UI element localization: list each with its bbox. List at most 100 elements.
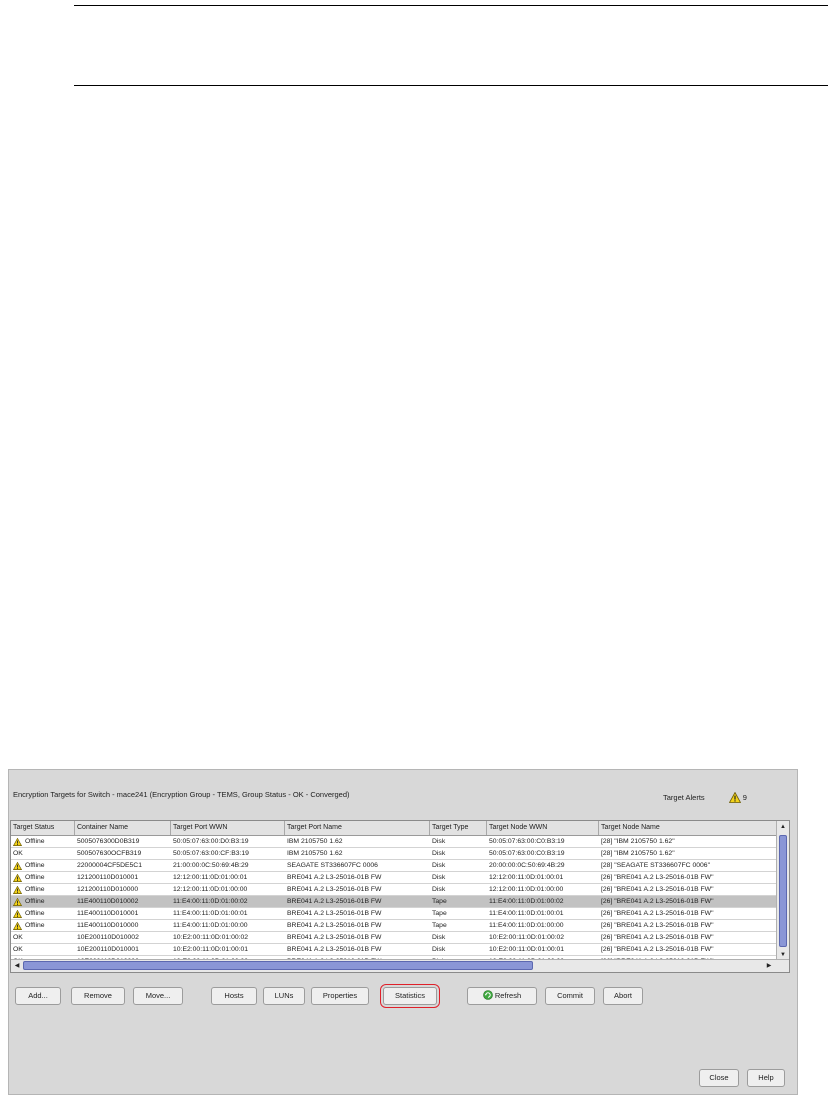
cell-target-node-name: [26] "BRE041 A.2 L3-25016-01B FW" — [599, 896, 777, 907]
vertical-scrollbar[interactable]: ▲ ▼ — [776, 821, 789, 962]
col-target-port-name[interactable]: Target Port Name — [285, 821, 430, 835]
cell-target-port-name-text: BRE041 A.2 L3-25016-01B FW — [287, 922, 382, 929]
cell-target-port-wwn-text: 50:05:07:63:00:D0:B3:19 — [173, 838, 249, 845]
warning-icon — [13, 909, 22, 918]
cell-target-port-wwn-text: 10:E2:00:11:0D:01:00:02 — [173, 934, 249, 941]
cell-container-name-text: 11E400110D010001 — [77, 910, 139, 917]
cell-target-port-wwn: 21:00:00:0C:50:69:4B:29 — [171, 860, 285, 871]
cell-target-status: Offline — [11, 872, 75, 883]
cell-target-type: Disk — [430, 944, 487, 955]
cell-target-port-wwn: 50:05:07:63:00:D0:B3:19 — [171, 836, 285, 847]
cell-target-node-wwn: 20:00:00:0C:50:69:4B:29 — [487, 860, 599, 871]
cell-target-node-name-text: [26] "BRE041 A.2 L3-25016-01B FW" — [601, 874, 714, 881]
refresh-icon — [483, 990, 493, 1000]
cell-container-name-text: 22000004CF5DE5C1 — [77, 862, 142, 869]
cell-target-port-wwn-text: 50:05:07:63:00:CF:B3:19 — [173, 850, 249, 857]
cell-container-name-text: 121200110D010001 — [77, 874, 139, 881]
col-container-name[interactable]: Container Name — [75, 821, 171, 835]
col-target-port-wwn[interactable]: Target Port WWN — [171, 821, 285, 835]
cell-container-name: 500507630OCFB319 — [75, 848, 171, 859]
cell-target-node-name-text: [26] "BRE041 A.2 L3-25016-01B FW" — [601, 886, 714, 893]
cell-target-type-text: Disk — [432, 874, 446, 881]
statistics-button[interactable]: Statistics — [380, 984, 440, 1008]
cell-target-status-text: Offline — [25, 862, 45, 869]
close-button[interactable]: Close — [699, 1069, 739, 1087]
cell-target-node-name: [28] "IBM 2105750 1.62" — [599, 848, 777, 859]
cell-target-type: Disk — [430, 848, 487, 859]
cell-container-name-text: 5005076300D0B319 — [77, 838, 140, 845]
table-row[interactable]: Offline 5005076300D0B319 50:05:07:63:00:D0… — [11, 836, 777, 848]
cell-container-name-text: 11E400110D010002 — [77, 898, 139, 905]
top-rule — [74, 5, 828, 6]
cell-target-port-wwn: 10:E2:00:11:0D:01:00:02 — [171, 932, 285, 943]
cell-target-status: OK — [11, 932, 75, 943]
refresh-button[interactable]: Refresh — [467, 987, 537, 1005]
cell-target-port-name: BRE041 A.2 L3-25016-01B FW — [285, 884, 430, 895]
hosts-button[interactable]: Hosts — [211, 987, 257, 1005]
table-row[interactable]: Offline 11E400110D010001 11:E4:00:11:0D:01… — [11, 908, 777, 920]
help-button[interactable]: Help — [747, 1069, 785, 1087]
properties-button[interactable]: Properties — [311, 987, 369, 1005]
col-target-status[interactable]: Target Status — [11, 821, 75, 835]
table-row[interactable]: Offline 121200110D010001 12:12:00:11:0D:01… — [11, 872, 777, 884]
cell-target-type: Tape — [430, 920, 487, 931]
table-row[interactable]: OK 500507630OCFB319 50:05:07:63:00:CF:B3:1… — [11, 848, 777, 860]
table-row[interactable]: Offline 121200110D010000 12:12:00:11:0D:01… — [11, 884, 777, 896]
cell-container-name: 10E200110D010001 — [75, 944, 171, 955]
cell-target-status: OK — [11, 944, 75, 955]
cell-target-node-name-text: [26] "BRE041 A.2 L3-25016-01B FW" — [601, 922, 714, 929]
abort-button[interactable]: Abort — [603, 987, 643, 1005]
cell-target-node-wwn: 10:E2:00:11:0D:01:00:02 — [487, 932, 599, 943]
cell-target-node-name-text: [28] "IBM 2105750 1.62" — [601, 850, 675, 857]
cell-target-port-wwn-text: 21:00:00:0C:50:69:4B:29 — [173, 862, 249, 869]
cell-target-port-wwn: 11:E4:00:11:0D:01:00:00 — [171, 920, 285, 931]
warning-icon — [13, 921, 22, 930]
add-button[interactable]: Add... — [15, 987, 61, 1005]
table-row[interactable]: OK 10E200110D010002 10:E2:00:11:0D:01:00:0… — [11, 932, 777, 944]
move-button[interactable]: Move... — [133, 987, 183, 1005]
cell-target-type: Disk — [430, 836, 487, 847]
cell-target-type-text: Tape — [432, 898, 447, 905]
cell-target-node-wwn-text: 50:05:07:63:00:C0:B3:19 — [489, 838, 565, 845]
col-target-node-wwn[interactable]: Target Node WWN — [487, 821, 599, 835]
col-target-type[interactable]: Target Type — [430, 821, 487, 835]
luns-button[interactable]: LUNs — [263, 987, 305, 1005]
cell-target-port-name-text: BRE041 A.2 L3-25016-01B FW — [287, 874, 382, 881]
encryption-targets-dialog: Encryption Targets for Switch - mace241 … — [8, 769, 798, 1095]
col-target-node-name[interactable]: Target Node Name — [599, 821, 777, 835]
vertical-scroll-thumb[interactable] — [779, 835, 787, 947]
table-row[interactable]: Offline 11E400110D010002 11:E4:00:11:0D:01… — [11, 896, 777, 908]
cell-target-status-text: OK — [13, 850, 23, 857]
table-row[interactable]: Offline 11E400110D010000 11:E4:00:11:0D:01… — [11, 920, 777, 932]
remove-button[interactable]: Remove — [71, 987, 125, 1005]
cell-target-node-wwn: 50:05:07:63:00:C0:B3:19 — [487, 848, 599, 859]
cell-target-status-text: Offline — [25, 910, 45, 917]
cell-target-port-wwn: 50:05:07:63:00:CF:B3:19 — [171, 848, 285, 859]
cell-target-type: Tape — [430, 908, 487, 919]
cell-target-node-wwn-text: 10:E2:00:11:0D:01:00:02 — [489, 934, 565, 941]
cell-target-node-wwn-text: 12:12:00:11:0D:01:00:01 — [489, 874, 564, 881]
table-row[interactable]: OK 10E200110D010001 10:E2:00:11:0D:01:00:0… — [11, 944, 777, 956]
cell-target-type: Tape — [430, 896, 487, 907]
cell-container-name: 11E400110D010002 — [75, 896, 171, 907]
scroll-right-icon[interactable]: ▶ — [763, 960, 775, 972]
cell-target-node-wwn-text: 11:E4:00:11:0D:01:00:01 — [489, 910, 564, 917]
cell-target-node-wwn: 50:05:07:63:00:C0:B3:19 — [487, 836, 599, 847]
cell-container-name: 10E200110D010002 — [75, 932, 171, 943]
cell-target-status: Offline — [11, 860, 75, 871]
cell-target-port-name: BRE041 A.2 L3-25016-01B FW — [285, 932, 430, 943]
cell-target-port-wwn-text: 11:E4:00:11:0D:01:00:00 — [173, 922, 248, 929]
horizontal-scroll-thumb[interactable] — [23, 961, 533, 970]
cell-target-type: Disk — [430, 884, 487, 895]
commit-button[interactable]: Commit — [545, 987, 595, 1005]
targets-table[interactable]: Target Status Container Name Target Port… — [10, 820, 790, 973]
scroll-left-icon[interactable]: ◀ — [11, 960, 23, 972]
cell-target-port-name-text: BRE041 A.2 L3-25016-01B FW — [287, 898, 382, 905]
cell-target-node-wwn: 12:12:00:11:0D:01:00:01 — [487, 872, 599, 883]
cell-target-port-name: BRE041 A.2 L3-25016-01B FW — [285, 920, 430, 931]
table-row[interactable]: Offline 22000004CF5DE5C1 21:00:00:0C:50:69… — [11, 860, 777, 872]
cell-target-node-name: [26] "BRE041 A.2 L3-25016-01B FW" — [599, 944, 777, 955]
horizontal-scrollbar[interactable]: ◀ ▶ — [11, 959, 789, 972]
scroll-up-icon[interactable]: ▲ — [777, 821, 789, 833]
cell-target-node-name: [26] "BRE041 A.2 L3-25016-01B FW" — [599, 920, 777, 931]
